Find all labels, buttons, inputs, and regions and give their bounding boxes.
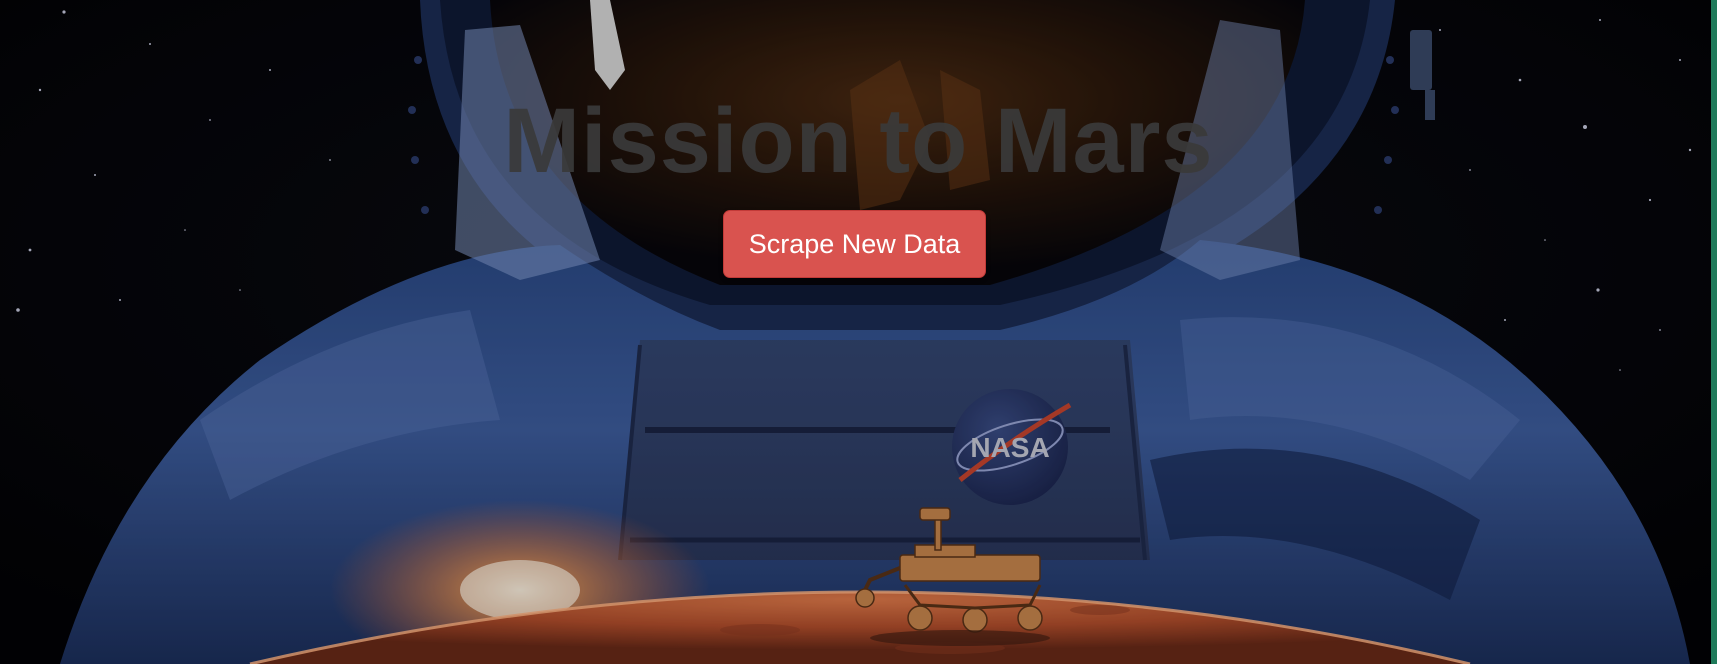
- jumbotron-hero: NASA Mission to Mars Scrape New Data: [0, 0, 1717, 664]
- page-title: Mission to Mars: [503, 90, 1214, 192]
- scrape-new-data-button[interactable]: Scrape New Data: [723, 210, 986, 278]
- window-edge: [1711, 0, 1717, 664]
- viewport: NASA Mission to Mars Scrape New Data: [0, 0, 1717, 664]
